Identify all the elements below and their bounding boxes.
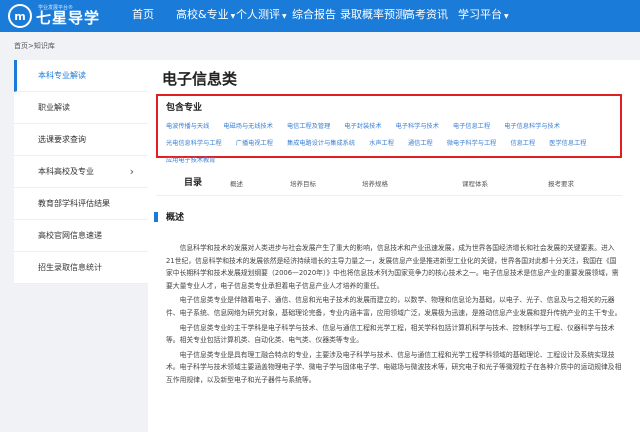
- toc-link-specifications[interactable]: 培养规格: [362, 178, 388, 188]
- major-link[interactable]: 医学信息工程: [549, 137, 586, 150]
- top-nav-bar: m 学业发展平台® 七星导学 首页 高校&专业 ▼ 个人测评 ▼ 综合报告 录取概率…: [0, 0, 640, 32]
- major-link[interactable]: 电磁场与无线技术: [223, 120, 273, 133]
- major-link[interactable]: 通信工程: [408, 137, 433, 150]
- major-link[interactable]: 信息工程: [510, 137, 535, 150]
- major-link[interactable]: 电信工程及管理: [287, 120, 330, 133]
- sidebar-item-label: 本科高校及专业: [38, 167, 94, 176]
- nav-label: 个人测评: [236, 8, 280, 21]
- majors-list: 电波传播与天线 电磁场与无线技术 电信工程及管理 电子封装技术 电子科学与技术 …: [166, 116, 616, 167]
- article-body: 信息科学和技术的发展对人类进步与社会发展产生了重大的影响，信息技术和产业迅速发展…: [166, 242, 622, 389]
- section-marker: [154, 212, 158, 222]
- nav-label: 高校&专业: [176, 8, 229, 21]
- sidebar-item-label: 本科专业解读: [38, 71, 86, 80]
- sidebar-item-admission-stats[interactable]: 招生录取信息统计: [14, 252, 148, 284]
- sidebar-item-college-news[interactable]: 高校官网信息速递: [14, 220, 148, 252]
- caret-down-icon: ▼: [282, 13, 287, 20]
- nav-report[interactable]: 综合报告: [292, 0, 336, 32]
- toc-link-objectives[interactable]: 培养目标: [290, 178, 316, 188]
- nav-learning-platform[interactable]: 学习平台 ▼: [458, 0, 509, 32]
- sidebar-item-careers[interactable]: 职业解读: [14, 92, 148, 124]
- major-link[interactable]: 光电信息科学与工程: [166, 137, 222, 150]
- nav-label: 首页: [132, 8, 154, 21]
- major-link[interactable]: 应用电子技术教育: [166, 154, 216, 167]
- caret-down-icon: ▼: [504, 13, 509, 20]
- nav-exam-news[interactable]: 高考资讯: [404, 0, 448, 32]
- article-paragraph: 电子信息类专业的主干学科是电子科学与技术、信息与通信工程和光学工程，相关学科包括…: [166, 323, 615, 345]
- sidebar-item-colleges-majors[interactable]: 本科高校及专业 ›: [14, 156, 148, 188]
- toc-link-curriculum[interactable]: 课程体系: [462, 178, 488, 188]
- sidebar: 本科专业解读 职业解读 选课要求查询 本科高校及专业 › 教育部学科评估结果 高校…: [14, 60, 148, 284]
- major-link[interactable]: 集成电路设计与集成系统: [287, 137, 355, 150]
- included-majors-title: 包含专业: [166, 103, 203, 113]
- major-link[interactable]: 广播电视工程: [236, 137, 273, 150]
- article-paragraph: 电子信息类专业是伴随着电子、通信、信息和光电子技术的发展而建立的，以数学、物理和…: [166, 296, 622, 317]
- nav-assessment[interactable]: 个人测评 ▼: [236, 0, 287, 32]
- sidebar-item-discipline-evaluation[interactable]: 教育部学科评估结果: [14, 188, 148, 220]
- chevron-right-icon: ›: [129, 165, 134, 178]
- logo-mark-icon: m: [8, 4, 32, 28]
- toc-link-overview[interactable]: 概述: [230, 178, 243, 188]
- major-link[interactable]: 电子信息科学与技术: [504, 120, 560, 133]
- sidebar-item-label: 高校官网信息速递: [38, 231, 102, 240]
- sidebar-item-label: 招生录取信息统计: [38, 263, 102, 272]
- major-link[interactable]: 电子信息工程: [453, 120, 490, 133]
- included-majors-panel: 包含专业 电波传播与天线 电磁场与无线技术 电信工程及管理 电子封装技术 电子科…: [156, 94, 622, 164]
- nav-home[interactable]: 首页: [132, 0, 154, 32]
- sidebar-item-label: 选课要求查询: [38, 135, 86, 144]
- section-title-overview: 概述: [166, 213, 185, 223]
- nav-colleges-majors[interactable]: 高校&专业 ▼: [176, 0, 235, 32]
- logo-text-group: 学业发展平台® 七星导学: [36, 6, 100, 26]
- nav-label: 学习平台: [458, 8, 502, 21]
- breadcrumb[interactable]: 首页>知识库: [14, 41, 55, 51]
- article-paragraph: 电子信息类专业是具有理工融合特点的专业，主要涉及电子科学与技术、信息与通信工程和…: [166, 350, 622, 384]
- nav-label: 录取概率预测: [340, 8, 406, 21]
- page-title: 电子信息类: [162, 70, 238, 88]
- major-link[interactable]: 电子封装技术: [344, 120, 381, 133]
- caret-down-icon: ▼: [230, 13, 236, 20]
- logo-text: 七星导学: [36, 9, 101, 27]
- article-paragraph: 信息科学和技术的发展对人类进步与社会发展产生了重大的影响，信息技术和产业迅速发展…: [166, 244, 619, 290]
- sidebar-item-course-requirements[interactable]: 选课要求查询: [14, 124, 148, 156]
- major-link[interactable]: 电波传播与天线: [166, 120, 209, 133]
- toc-link-requirements[interactable]: 报考要求: [548, 178, 574, 188]
- sidebar-item-label: 教育部学科评估结果: [38, 199, 110, 208]
- nav-admission-prediction[interactable]: 录取概率预测: [340, 0, 406, 32]
- major-link[interactable]: 水声工程: [369, 137, 394, 150]
- site-logo[interactable]: m 学业发展平台® 七星导学: [8, 2, 100, 30]
- major-link[interactable]: 电子科学与技术: [396, 120, 439, 133]
- nav-label: 高考资讯: [404, 8, 448, 21]
- nav-label: 综合报告: [292, 8, 336, 21]
- main-content: 电子信息类 包含专业 电波传播与天线 电磁场与无线技术 电信工程及管理 电子封装…: [148, 60, 640, 432]
- sidebar-item-label: 职业解读: [38, 103, 70, 112]
- major-link[interactable]: 微电子科学与工程: [447, 137, 497, 150]
- toc-title: 目录: [184, 178, 203, 188]
- table-of-contents: 目录 概述 培养目标 培养规格 课程体系 报考要求: [156, 170, 622, 196]
- sidebar-item-undergrad-majors[interactable]: 本科专业解读: [14, 60, 148, 92]
